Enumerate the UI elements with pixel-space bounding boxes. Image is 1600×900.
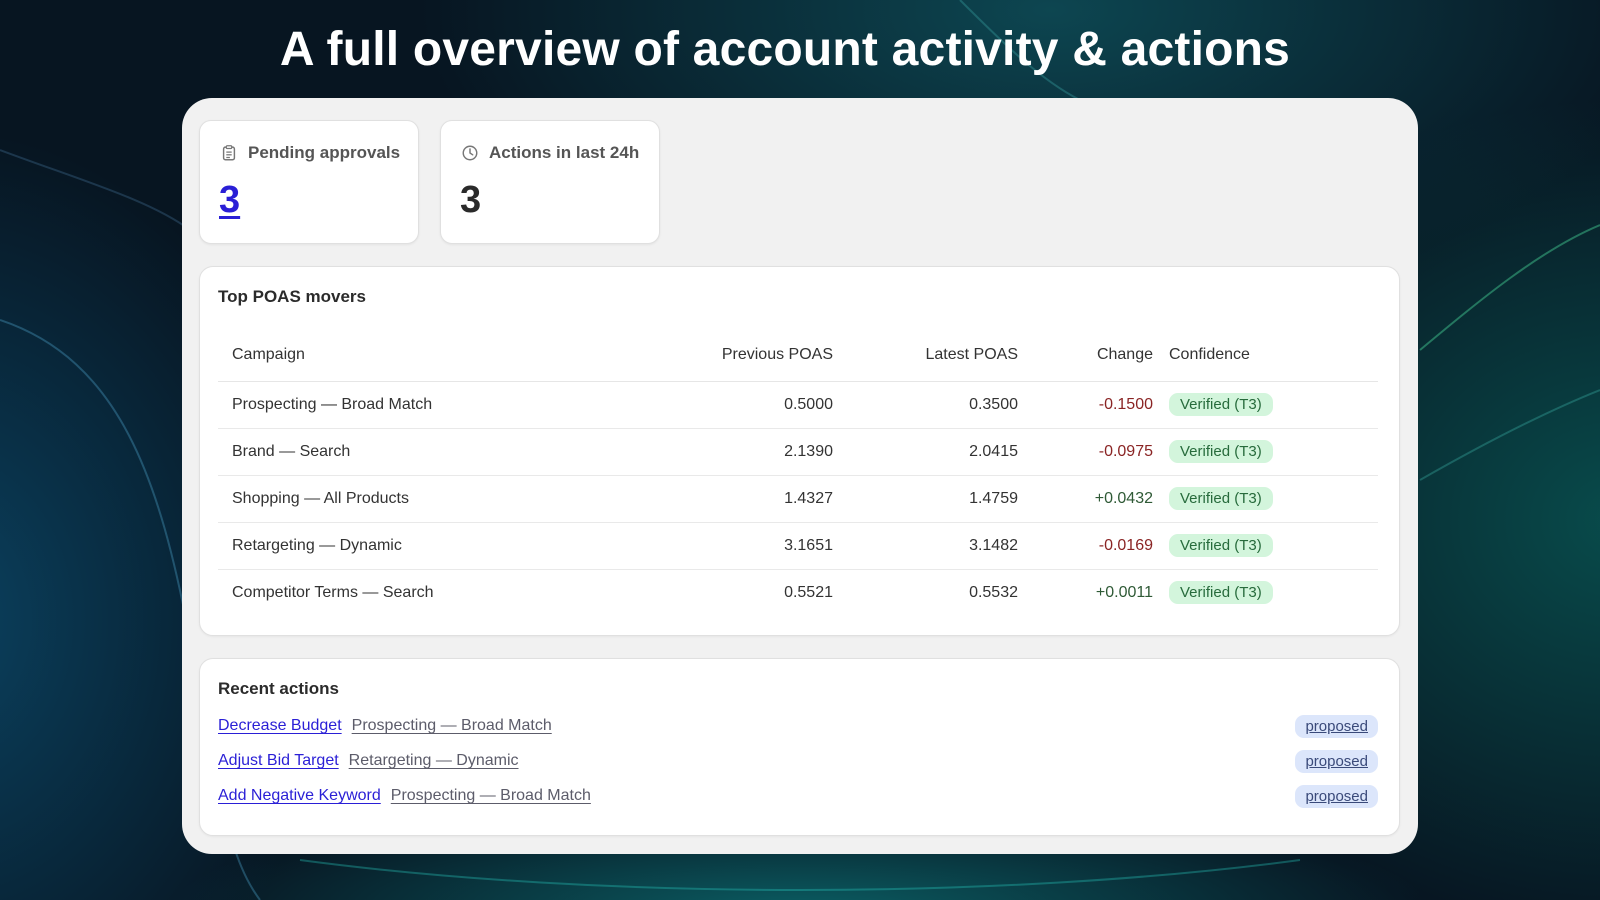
status-badge[interactable]: proposed: [1295, 785, 1378, 808]
change-cell: -0.0169: [1018, 522, 1153, 570]
confidence-cell: Verified (T3): [1153, 475, 1378, 523]
top-poas-movers-title: Top POAS movers: [218, 287, 366, 306]
action-campaign-link[interactable]: Prospecting — Broad Match: [391, 787, 591, 804]
latest-poas-cell: 1.4759: [833, 475, 1018, 523]
list-item: Decrease Budget Prospecting — Broad Match…: [218, 715, 1378, 743]
action-campaign-link[interactable]: Retargeting — Dynamic: [349, 752, 519, 769]
pending-approvals-label: Pending approvals: [248, 143, 401, 162]
column-header-change: Change: [1018, 329, 1153, 382]
action-link[interactable]: Add Negative Keyword: [218, 787, 381, 804]
table-row: Prospecting — Broad Match 0.5000 0.3500 …: [218, 381, 1378, 429]
column-header-confidence: Confidence: [1153, 329, 1378, 382]
confidence-cell: Verified (T3): [1153, 428, 1378, 476]
confidence-cell: Verified (T3): [1153, 381, 1378, 429]
table-row: Shopping — All Products 1.4327 1.4759 +0…: [218, 475, 1378, 523]
list-item: Add Negative Keyword Prospecting — Broad …: [218, 785, 1378, 813]
pending-approvals-card: Pending approvals 3: [199, 120, 419, 244]
column-header-previous-poas: Previous POAS: [648, 329, 833, 382]
confidence-badge: Verified (T3): [1169, 581, 1273, 605]
table-row: Brand — Search 2.1390 2.0415 -0.0975 Ver…: [218, 428, 1378, 476]
confidence-badge: Verified (T3): [1169, 534, 1273, 557]
change-cell: +0.0011: [1095, 583, 1153, 601]
change-cell: +0.0432: [1018, 475, 1153, 523]
latest-poas-cell: 2.0415: [833, 428, 1018, 476]
campaign-cell: Competitor Terms — Search: [232, 583, 434, 601]
confidence-badge: Verified (T3): [1169, 393, 1273, 416]
campaign-cell: Prospecting — Broad Match: [218, 381, 648, 429]
recent-actions-card: Recent actions Decrease Budget Prospectin…: [199, 658, 1400, 836]
previous-poas-cell: 0.5521: [784, 583, 833, 601]
previous-poas-cell: 0.5000: [648, 381, 833, 429]
table-header-row: Campaign Previous POAS Latest POAS Chang…: [218, 329, 1378, 382]
recent-actions-title: Recent actions: [218, 679, 339, 698]
column-header-campaign: Campaign: [218, 329, 648, 382]
dashboard-panel: Pending approvals 3 Actions in last 24h …: [182, 98, 1418, 854]
confidence-badge: Verified (T3): [1169, 487, 1273, 510]
pending-approvals-count-link[interactable]: 3: [219, 179, 240, 222]
status-badge[interactable]: proposed: [1295, 715, 1378, 738]
clipboard-icon: [222, 145, 236, 161]
change-cell: -0.0975: [1018, 428, 1153, 476]
latest-poas-cell: 0.5532: [969, 583, 1018, 601]
latest-poas-cell: 3.1482: [833, 522, 1018, 570]
confidence-cell: Verified (T3): [1153, 569, 1378, 616]
table-row: Competitor Terms — Search 0.5521 0.5532 …: [218, 569, 1378, 616]
previous-poas-cell: 3.1651: [648, 522, 833, 570]
confidence-cell: Verified (T3): [1153, 522, 1378, 570]
actions-last-24h-card: Actions in last 24h 3: [440, 120, 660, 244]
latest-poas-cell: 0.3500: [833, 381, 1018, 429]
list-item: Adjust Bid Target Retargeting — Dynamic p…: [218, 750, 1378, 778]
page-headline: A full overview of account activity & ac…: [279, 23, 1291, 76]
change-cell: -0.1500: [1018, 381, 1153, 429]
action-link[interactable]: Decrease Budget: [218, 717, 342, 734]
campaign-cell: Retargeting — Dynamic: [218, 522, 648, 570]
actions-last-24h-label: Actions in last 24h: [489, 143, 640, 162]
previous-poas-cell: 1.4327: [648, 475, 833, 523]
column-header-latest-poas: Latest POAS: [833, 329, 1018, 382]
clock-icon: [462, 145, 478, 161]
campaign-cell: Brand — Search: [218, 428, 648, 476]
action-link[interactable]: Adjust Bid Target: [218, 752, 339, 769]
pending-approvals-header: Pending approvals: [220, 143, 400, 163]
top-poas-movers-card: Top POAS movers Campaign Previous POAS L…: [199, 266, 1400, 636]
action-campaign-link[interactable]: Prospecting — Broad Match: [352, 717, 552, 734]
poas-movers-table: Campaign Previous POAS Latest POAS Chang…: [218, 329, 1378, 616]
previous-poas-cell: 2.1390: [648, 428, 833, 476]
actions-last-24h-header: Actions in last 24h: [461, 143, 639, 163]
actions-last-24h-count: 3: [460, 179, 482, 221]
confidence-badge: Verified (T3): [1169, 440, 1273, 463]
campaign-cell: Shopping — All Products: [218, 475, 648, 523]
table-row: Retargeting — Dynamic 3.1651 3.1482 -0.0…: [218, 522, 1378, 570]
status-badge[interactable]: proposed: [1295, 750, 1378, 773]
